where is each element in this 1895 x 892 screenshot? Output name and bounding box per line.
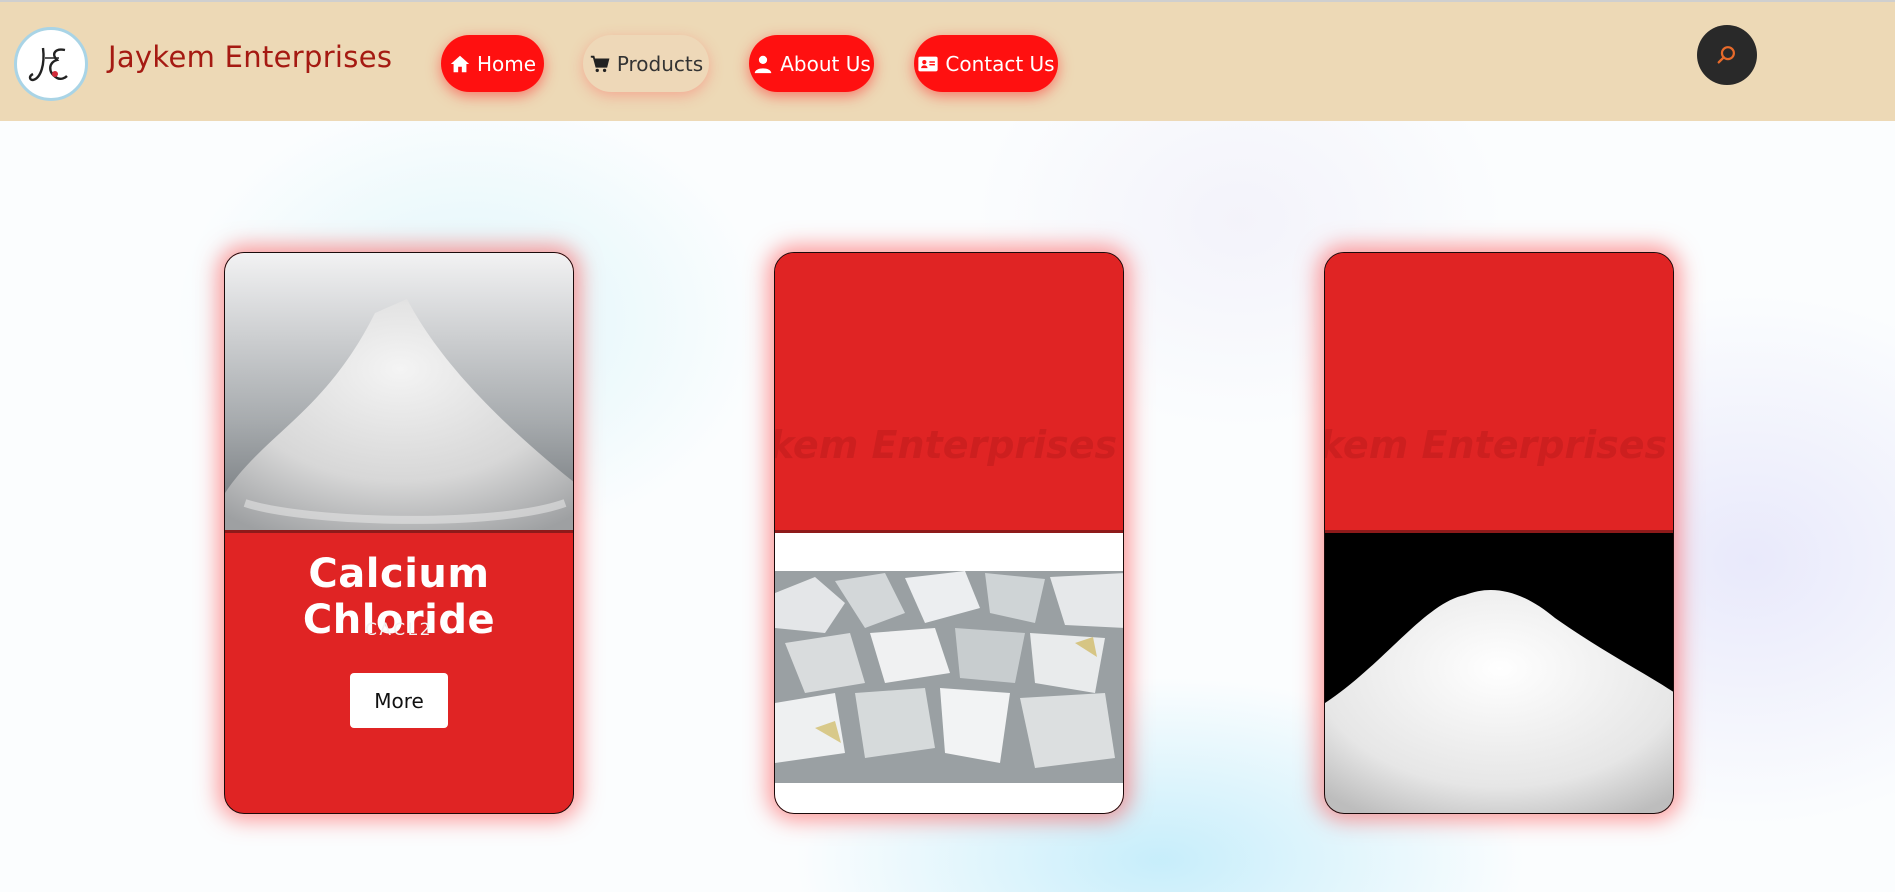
product-image [775, 533, 1123, 813]
nav-about-us[interactable]: About Us [749, 35, 874, 92]
powder-pile-image [225, 253, 573, 530]
product-image [1325, 533, 1673, 813]
logo-icon [28, 47, 68, 82]
product-card-2[interactable]: kem Enterprises [774, 252, 1124, 814]
contact-card-icon [918, 56, 938, 71]
product-image [225, 253, 573, 533]
nav-home-label: Home [476, 51, 537, 76]
home-icon [450, 55, 470, 72]
rock-chunks-image [775, 571, 1123, 783]
nav-home[interactable]: Home [441, 35, 544, 92]
user-icon [754, 55, 772, 73]
card-front-face: kem Enterprises [775, 253, 1123, 533]
nav-contact-us[interactable]: Contact Us [914, 35, 1058, 92]
card-front-face: kem Enterprises [1325, 253, 1673, 533]
search-button[interactable] [1697, 25, 1757, 85]
watermark-text: kem Enterprises [1325, 423, 1668, 467]
navbar: Jaykem Enterprises Home Products About U… [0, 0, 1895, 121]
nav-about-label: About Us [780, 51, 871, 76]
more-button[interactable]: More [350, 673, 448, 728]
powder-heap-image [1325, 589, 1673, 813]
brand-title[interactable]: Jaykem Enterprises [108, 40, 392, 74]
watermark-text: kem Enterprises [775, 423, 1118, 467]
card-subtitle: CACL2 [365, 620, 433, 640]
nav-products[interactable]: Products [583, 35, 709, 92]
nav-contact-label: Contact Us [945, 51, 1055, 76]
product-card-3[interactable]: kem Enterprises [1324, 252, 1674, 814]
cart-icon [590, 55, 610, 72]
nav-products-label: Products [616, 51, 704, 76]
search-icon [1717, 46, 1735, 64]
logo[interactable] [14, 27, 88, 101]
product-card-calcium-chloride[interactable]: Calcium Chloride CACL2 More [224, 252, 574, 814]
